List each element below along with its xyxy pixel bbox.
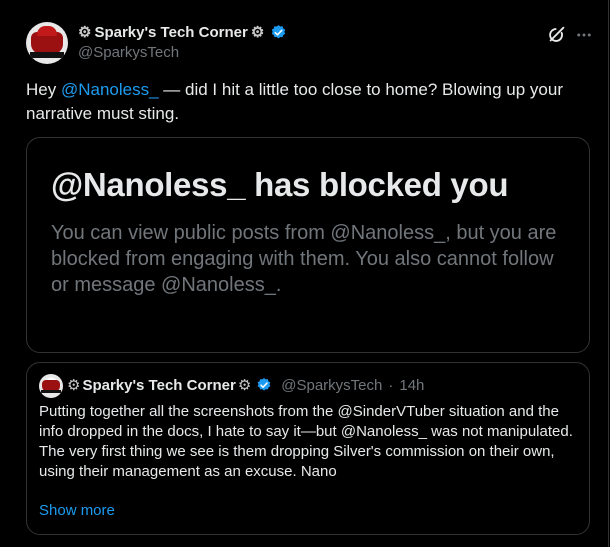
screenshot-title: @Nanoless_ has blocked you [51,166,509,203]
gear-icon: ⚙ [78,24,92,41]
post-text: Hey @Nanoless_ — did I hit a little too … [26,78,586,126]
column-divider [608,0,609,547]
gear-icon: ⚙ [67,377,81,394]
attached-screenshot[interactable]: @Nanoless_ has blocked you You can view … [26,137,590,353]
screenshot-body: You can view public posts from @Nanoless… [51,222,557,296]
quote-author-handle: @SparkysTech [281,376,383,394]
quote-author-name: Sparky's Tech Corner [82,376,236,394]
author-handle[interactable]: @SparkysTech [78,44,179,61]
author-name[interactable]: Sparky's Tech Corner [94,24,247,41]
quoted-post[interactable]: ⚙ Sparky's Tech Corner ⚙ @SparkysTech · … [26,362,590,535]
avatar-logo-bar [30,52,64,58]
quote-text: Putting together all the screenshots fro… [39,403,573,480]
quote-header: ⚙ Sparky's Tech Corner ⚙ @SparkysTech · … [67,376,425,395]
quote-separator: · [388,376,394,394]
avatar-logo-mark [31,26,63,54]
gear-icon: ⚙ [237,377,252,394]
post: ⚙ Sparky's Tech Corner ⚙ @SparkysTech He… [0,0,610,547]
author-name-line[interactable]: ⚙ Sparky's Tech Corner ⚙ [78,23,287,41]
gear-icon: ⚙ [250,24,265,41]
author-avatar[interactable] [26,22,68,64]
quote-avatar-logo-bar [41,390,61,393]
post-text-prefix: Hey [26,80,61,99]
quote-timestamp: 14h [399,376,425,394]
grok-icon[interactable] [546,24,568,46]
mention-link[interactable]: @Nanoless_ [61,80,159,99]
verified-badge-icon [256,377,273,394]
show-more-link[interactable]: Show more [39,502,115,519]
more-options-icon[interactable] [575,26,593,47]
verified-badge-icon [270,24,287,41]
quote-avatar [39,374,63,398]
